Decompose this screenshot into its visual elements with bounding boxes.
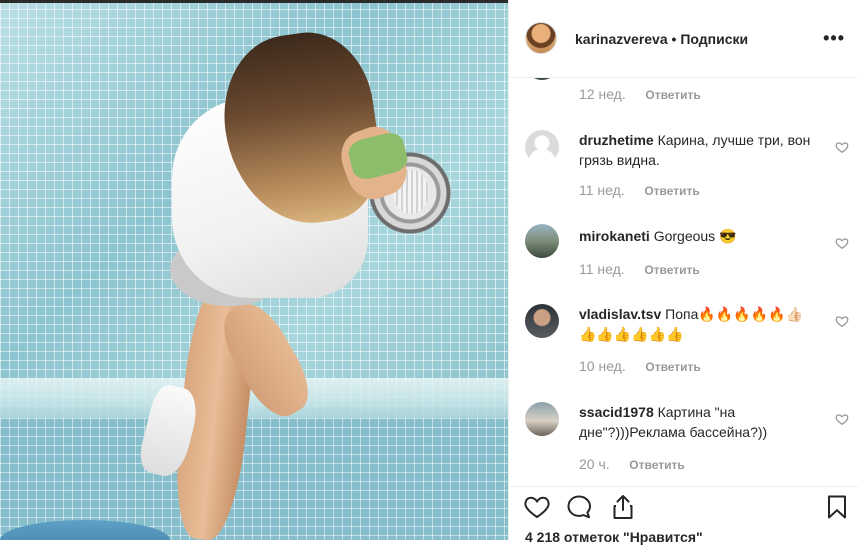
heart-icon[interactable] (835, 236, 849, 250)
commenter-avatar[interactable] (525, 130, 559, 164)
comment-text: vladislav.tsv Попа🔥🔥🔥🔥🔥👍🏻👍👍👍👍👍👍 (579, 304, 819, 344)
comment-item: ssacid1978 Картина "на дне"?)))Реклама б… (509, 400, 858, 486)
commenter-username[interactable]: ssacid1978 (579, 404, 654, 420)
commenter-avatar[interactable] (525, 304, 559, 338)
more-options-icon[interactable]: ••• (823, 28, 845, 49)
commenter-username[interactable]: vladislav.tsv (579, 306, 661, 322)
author-username[interactable]: karinazvereva (575, 31, 668, 47)
commenter-username[interactable]: mirokaneti (579, 228, 650, 244)
comment-meta: 12 нед. Ответить (579, 86, 701, 102)
comment-time: 12 нед. (579, 86, 626, 102)
commenter-avatar[interactable] (525, 224, 559, 258)
heart-icon[interactable] (835, 412, 849, 426)
comment-text: ssacid1978 Картина "на дне"?)))Реклама б… (579, 402, 819, 442)
author-avatar[interactable] (525, 22, 557, 54)
reply-button[interactable]: Ответить (644, 263, 699, 277)
comment-meta: 11 нед. Ответить (579, 182, 700, 198)
comment-body: Gorgeous 😎 (649, 228, 737, 244)
reply-button[interactable]: Ответить (645, 360, 700, 374)
header-separator: • (671, 31, 677, 47)
reply-button[interactable]: Ответить (645, 88, 700, 102)
post-header: karinazvereva • Подписки ••• (509, 0, 858, 78)
commenter-username[interactable]: druzhetime (579, 132, 654, 148)
commenter-avatar[interactable] (525, 78, 559, 80)
comment-item: vladislav.tsv Попа🔥🔥🔥🔥🔥👍🏻👍👍👍👍👍👍 10 нед. … (509, 302, 858, 382)
commenter-avatar[interactable] (525, 402, 559, 436)
photo-top-edge (0, 0, 508, 3)
comment-meta: 20 ч. Ответить (579, 456, 685, 472)
comment-time: 10 нед. (579, 358, 626, 374)
comment-text: mirokaneti Gorgeous 😎 (579, 226, 819, 246)
comment-time: 20 ч. (579, 456, 610, 472)
comment-time: 11 нед. (579, 182, 625, 198)
bookmark-icon[interactable] (823, 493, 851, 521)
comment-meta: 10 нед. Ответить (579, 358, 701, 374)
comment-icon[interactable] (565, 493, 593, 521)
author-line: karinazvereva • Подписки (575, 31, 748, 47)
comment-item: druzhetime Карина, лучше три, вон грязь … (509, 126, 858, 206)
reply-button[interactable]: Ответить (629, 458, 684, 472)
post-sidebar: karinazvereva • Подписки ••• 12 нед. Отв… (508, 0, 858, 545)
heart-icon[interactable] (523, 493, 551, 521)
comments-list[interactable]: 12 нед. Ответить druzhetime Карина, лучш… (509, 78, 858, 486)
share-icon[interactable] (609, 493, 637, 521)
comment-item: 12 нед. Ответить (509, 78, 858, 112)
likes-count[interactable]: 4 218 отметок "Нравится" (525, 529, 703, 545)
heart-icon[interactable] (835, 140, 849, 154)
post-actions: 4 218 отметок "Нравится" (509, 486, 858, 545)
heart-icon[interactable] (835, 314, 849, 328)
post-photo[interactable] (0, 0, 508, 540)
comment-text: druzhetime Карина, лучше три, вон грязь … (579, 130, 819, 170)
reply-button[interactable]: Ответить (644, 184, 699, 198)
comment-meta: 11 нед. Ответить (579, 261, 700, 277)
following-button[interactable]: Подписки (680, 31, 748, 47)
comment-time: 11 нед. (579, 261, 625, 277)
comment-item: mirokaneti Gorgeous 😎 11 нед. Ответить (509, 224, 858, 284)
